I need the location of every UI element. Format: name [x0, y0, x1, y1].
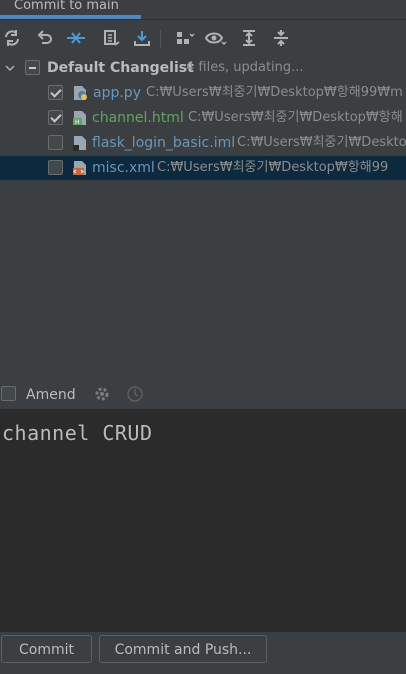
xml-file-icon [73, 161, 86, 175]
commit-and-push-button[interactable]: Commit and Push... [99, 635, 267, 663]
file-checkbox[interactable] [48, 85, 63, 100]
eye-icon [205, 32, 227, 46]
changelist-status: 4 files, updating... [186, 60, 304, 75]
chevron-down-icon[interactable] [4, 56, 16, 80]
update-button[interactable] [131, 27, 153, 49]
merge-icon [67, 32, 85, 44]
refresh-icon [5, 30, 19, 46]
commit-button[interactable]: Commit [1, 635, 92, 663]
file-row[interactable]: app.py C:₩Users₩최중기₩Desktop₩항해99₩m [0, 81, 406, 105]
file-row[interactable]: flask_login_basic.iml C:₩Users₩최중기₩Deskt… [0, 131, 406, 155]
history-icon[interactable] [126, 385, 144, 403]
changelist-checkbox[interactable] [25, 60, 40, 75]
changelist-row[interactable]: Default Changelist 4 files, updating... [0, 56, 406, 80]
collapse-all-button[interactable] [270, 27, 292, 49]
file-row[interactable]: H channel.html C:₩Users₩최중기₩Desktop₩항해 [0, 106, 406, 130]
commit-message-text[interactable]: channel CRUD [2, 421, 153, 445]
tab-underline [0, 15, 141, 19]
group-by-icon [177, 32, 195, 44]
view-options-button[interactable] [205, 27, 227, 49]
amend-checkbox[interactable] [1, 386, 16, 401]
group-by-button[interactable] [174, 27, 196, 49]
commit-buttons-bar: Commit Commit and Push... [0, 632, 406, 674]
diff-icon [104, 30, 120, 46]
collapse-all-icon [274, 30, 288, 46]
gear-icon[interactable] [93, 385, 111, 403]
python-file-icon [74, 86, 87, 100]
file-path: C:₩Users₩최중기₩Desktop₩항해99 [157, 160, 389, 175]
refresh-button[interactable] [1, 27, 23, 49]
tab-label: Commit to main [14, 0, 119, 13]
tab-commit[interactable]: Commit to main [0, 0, 133, 16]
merge-button[interactable] [65, 27, 87, 49]
expand-all-icon [243, 30, 255, 46]
file-path: C:₩Users₩최중기₩Deskto [237, 135, 406, 150]
amend-label[interactable]: Amend [26, 387, 76, 403]
file-name: app.py [93, 85, 141, 101]
file-checkbox[interactable] [48, 110, 63, 125]
file-path: C:₩Users₩최중기₩Desktop₩항해 [188, 110, 403, 125]
svg-text:H: H [75, 119, 80, 126]
commit-toolbar [0, 22, 406, 54]
toolbar-separator [160, 30, 161, 48]
commit-message-editor[interactable]: channel CRUD [0, 409, 406, 632]
file-checkbox[interactable] [48, 135, 63, 150]
expand-all-button[interactable] [238, 27, 260, 49]
amend-bar: Amend [0, 381, 406, 409]
file-name: flask_login_basic.iml [92, 135, 236, 151]
rollback-button[interactable] [34, 27, 56, 49]
module-file-icon [73, 136, 86, 151]
file-name: channel.html [92, 110, 184, 126]
html-file-icon: H [73, 111, 86, 126]
rollback-icon [37, 30, 52, 44]
file-path: C:₩Users₩최중기₩Desktop₩항해99₩m [146, 85, 403, 100]
file-row[interactable]: misc.xml C:₩Users₩최중기₩Desktop₩항해99 [0, 156, 406, 180]
tab-bar: Commit to main [0, 0, 406, 20]
update-icon [134, 31, 150, 46]
changelist-name: Default Changelist [47, 60, 194, 76]
file-name: misc.xml [92, 160, 155, 176]
diff-button[interactable] [100, 27, 122, 49]
changes-tree: Default Changelist 4 files, updating... … [0, 56, 406, 381]
file-checkbox[interactable] [48, 160, 63, 175]
